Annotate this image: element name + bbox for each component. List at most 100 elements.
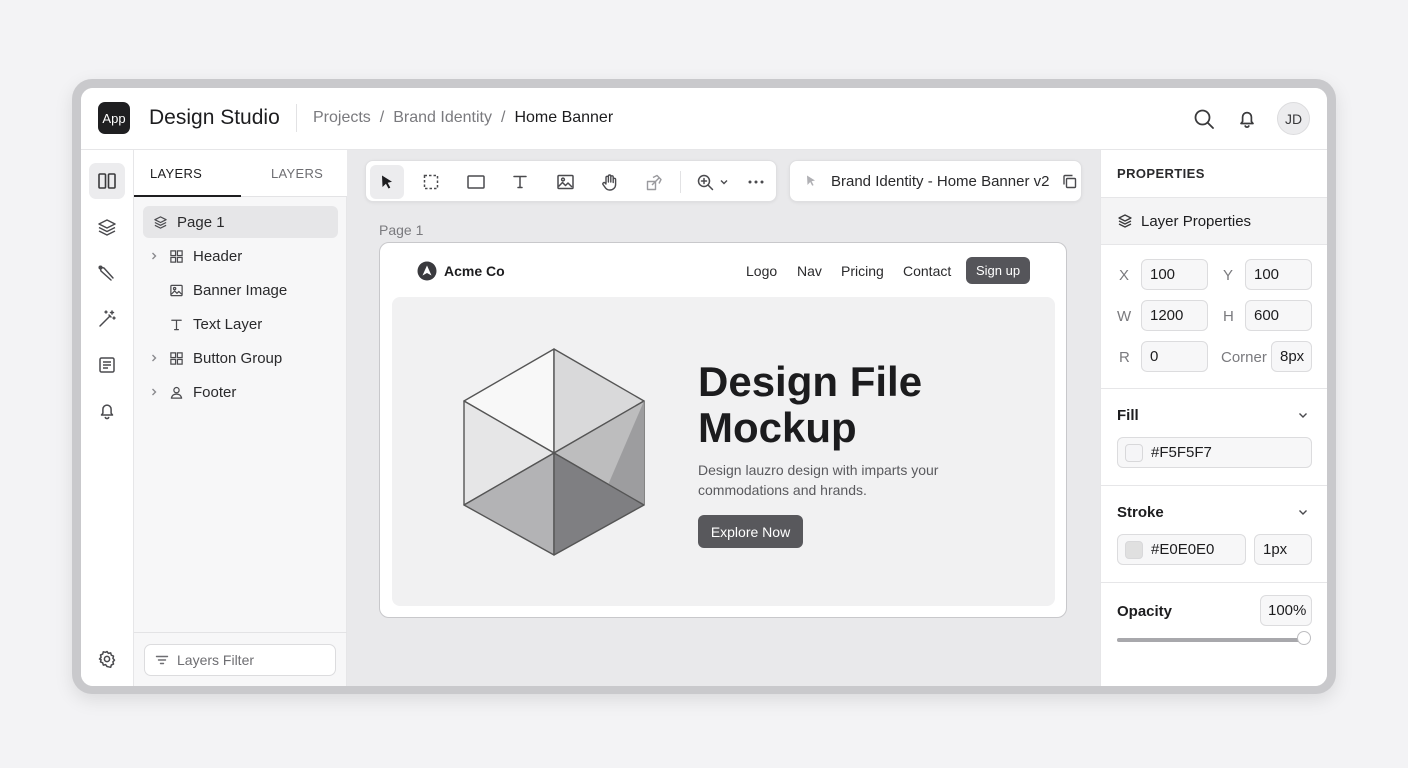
- layer-properties-header: Layer Properties: [1101, 197, 1327, 245]
- hand-icon[interactable]: [592, 165, 626, 199]
- header-divider: [296, 104, 297, 132]
- divider: [1101, 582, 1327, 583]
- stroke-swatch[interactable]: [1125, 540, 1143, 559]
- layer-button-group[interactable]: Button Group: [143, 342, 338, 374]
- layer-footer[interactable]: Footer: [143, 376, 338, 408]
- layers-icon: [1117, 213, 1133, 229]
- artboard[interactable]: Acme Co Logo Nav Pricing Contact Sign up: [379, 242, 1067, 618]
- search-icon[interactable]: [1191, 106, 1217, 132]
- bell-icon[interactable]: [1234, 106, 1260, 132]
- text-icon[interactable]: [503, 165, 537, 199]
- avatar[interactable]: JD: [1277, 102, 1310, 135]
- corner-input[interactable]: 8px: [1271, 341, 1312, 372]
- app-badge[interactable]: App: [98, 102, 130, 134]
- layer-header[interactable]: Header: [143, 240, 338, 272]
- mock-explore-button[interactable]: Explore Now: [698, 515, 803, 548]
- breadcrumb-brand-identity[interactable]: Brand Identity: [393, 109, 492, 127]
- document-name-pill[interactable]: Brand Identity - Home Banner v2: [789, 160, 1082, 202]
- mock-nav-pricing[interactable]: Pricing: [841, 263, 884, 279]
- opacity-input[interactable]: 100%: [1260, 595, 1312, 626]
- x-label: X: [1119, 267, 1130, 284]
- more-icon[interactable]: [739, 165, 773, 199]
- mock-signup-button[interactable]: Sign up: [966, 257, 1030, 284]
- layer-label: Button Group: [193, 349, 283, 367]
- stroke-width-input[interactable]: 1px: [1254, 534, 1312, 565]
- hero-subtitle-line-1: Design lauzro design with imparts your: [698, 462, 939, 478]
- pointer-icon: [804, 174, 818, 188]
- rectangle-icon[interactable]: [459, 165, 493, 199]
- user-icon: [165, 385, 187, 400]
- document-name: Brand Identity - Home Banner v2: [831, 172, 1050, 190]
- properties-heading: PROPERTIES: [1117, 166, 1205, 181]
- breadcrumb-projects[interactable]: Projects: [313, 109, 371, 127]
- canvas-area[interactable]: Brand Identity - Home Banner v2 Page 1 A…: [347, 150, 1100, 686]
- layers-filter-input[interactable]: Layers Filter: [144, 644, 336, 676]
- fill-value: #F5F5F7: [1151, 444, 1212, 461]
- divider: [134, 632, 347, 633]
- app-window: App Design Studio Projects / Brand Ident…: [81, 88, 1327, 686]
- opacity-slider[interactable]: [1117, 638, 1305, 642]
- grid-icon: [165, 351, 187, 366]
- mock-hero-subtitle: Design lauzro design with imparts your c…: [698, 460, 978, 500]
- h-input[interactable]: 600: [1245, 300, 1312, 331]
- opacity-slider-handle[interactable]: [1297, 631, 1311, 645]
- layer-label: Text Layer: [193, 315, 263, 333]
- layers-tabs: LAYERS LAYERS: [134, 150, 347, 197]
- mock-brand: Acme Co: [417, 261, 505, 281]
- mock-brand-name: Acme Co: [444, 263, 505, 279]
- magic-wand-icon[interactable]: [89, 301, 125, 337]
- hero-title-line-1: Design File: [698, 358, 923, 405]
- mock-hero: Design File Mockup Design lauzro design …: [392, 297, 1055, 606]
- layer-page-1[interactable]: Page 1: [143, 206, 338, 238]
- copy-icon[interactable]: [1061, 173, 1078, 190]
- mock-nav-nav[interactable]: Nav: [797, 263, 822, 279]
- chevron-right-icon[interactable]: [143, 387, 165, 397]
- mock-nav-contact[interactable]: Contact: [903, 263, 951, 279]
- r-label: R: [1119, 349, 1130, 366]
- tool-bar: [365, 160, 777, 202]
- mock-nav-logo[interactable]: Logo: [746, 263, 777, 279]
- fill-swatch[interactable]: [1125, 443, 1143, 462]
- breadcrumb-separator: /: [500, 109, 506, 126]
- layer-banner-image[interactable]: Banner Image: [143, 274, 338, 306]
- w-input[interactable]: 1200: [1141, 300, 1208, 331]
- tab-layers-secondary[interactable]: LAYERS: [271, 166, 323, 181]
- cursor-icon[interactable]: [370, 165, 404, 199]
- chevron-down-icon[interactable]: [1297, 505, 1309, 523]
- bell-icon[interactable]: [89, 393, 125, 429]
- settings-icon[interactable]: [89, 641, 125, 677]
- panels-icon[interactable]: [89, 163, 125, 199]
- properties-panel: PROPERTIES Layer Properties X 100 Y 100 …: [1100, 150, 1327, 686]
- icon-rail: [81, 150, 134, 686]
- hexagon-graphic: [462, 347, 646, 562]
- grid-icon: [165, 249, 187, 264]
- chevron-right-icon[interactable]: [143, 251, 165, 261]
- r-input[interactable]: 0: [1141, 341, 1208, 372]
- x-input[interactable]: 100: [1141, 259, 1208, 290]
- chevron-down-icon[interactable]: [1297, 408, 1309, 426]
- breadcrumb: Projects / Brand Identity / Home Banner: [313, 109, 613, 127]
- layers-panel: LAYERS LAYERS Page 1 Header Banner Image…: [134, 150, 347, 686]
- fill-input[interactable]: #F5F5F7: [1117, 437, 1312, 468]
- layer-label: Banner Image: [193, 281, 288, 299]
- transform-icon[interactable]: [637, 165, 671, 199]
- layers-icon[interactable]: [89, 209, 125, 245]
- h-label: H: [1223, 308, 1234, 325]
- document-icon[interactable]: [89, 347, 125, 383]
- y-input[interactable]: 100: [1245, 259, 1312, 290]
- layer-text-layer[interactable]: Text Layer: [143, 308, 338, 340]
- tab-layers[interactable]: LAYERS: [150, 166, 202, 181]
- chevron-down-icon[interactable]: [712, 165, 736, 199]
- hero-subtitle-line-2: commodations and hrands.: [698, 482, 867, 498]
- chevron-right-icon[interactable]: [143, 353, 165, 363]
- layer-label: Header: [193, 247, 243, 265]
- pen-tool-icon[interactable]: [89, 255, 125, 291]
- toolbar-divider: [680, 171, 681, 193]
- breadcrumb-home-banner[interactable]: Home Banner: [514, 109, 613, 127]
- stroke-color-input[interactable]: #E0E0E0: [1117, 534, 1246, 565]
- active-tab-indicator: [134, 195, 241, 197]
- marquee-icon[interactable]: [414, 165, 448, 199]
- text-icon: [165, 317, 187, 332]
- image-icon[interactable]: [548, 165, 582, 199]
- layers-icon: [149, 215, 171, 230]
